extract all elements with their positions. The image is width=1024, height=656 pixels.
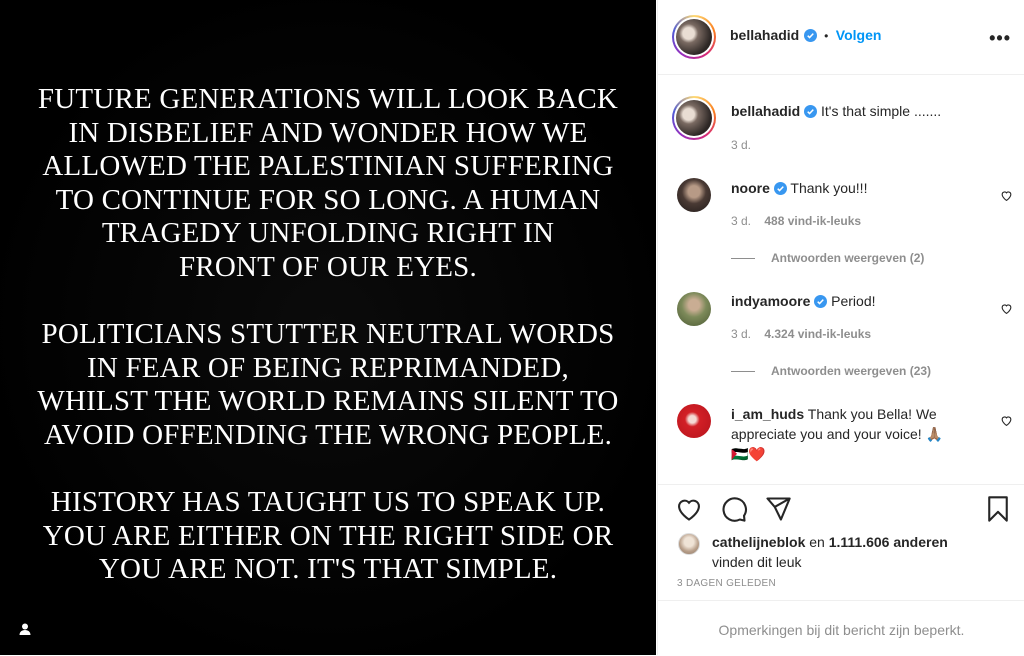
comment-avatar[interactable] bbox=[677, 404, 711, 438]
quote-line: FUTURE GENERATIONS WILL LOOK BACK bbox=[37, 83, 619, 115]
post-date[interactable]: 3 DAGEN GELEDEN bbox=[677, 578, 776, 589]
verified-badge-icon bbox=[773, 182, 787, 195]
view-replies-button[interactable]: Antwoorden weergeven (2) bbox=[731, 251, 924, 265]
likes-count[interactable]: 1.111.606 anderen bbox=[829, 534, 948, 550]
liker-avatar[interactable] bbox=[678, 533, 700, 555]
like-comment-heart-icon[interactable] bbox=[1000, 189, 1013, 202]
follow-button[interactable]: Volgen bbox=[836, 27, 882, 43]
verified-badge-icon bbox=[814, 295, 828, 308]
view-replies-button[interactable]: Antwoorden weergeven (23) bbox=[731, 364, 931, 378]
comment-text: appreciate you and your voice! 🙏🏽 bbox=[731, 426, 943, 442]
verified-badge-icon bbox=[803, 29, 817, 42]
liker-username[interactable]: cathelijneblok bbox=[712, 534, 805, 550]
header-separator: • bbox=[824, 29, 829, 43]
like-heart-icon[interactable] bbox=[675, 495, 703, 523]
comments-restricted-notice: Opmerkingen bij dit bericht zijn beperkt… bbox=[718, 622, 965, 638]
comment-avatar[interactable] bbox=[677, 292, 711, 326]
comment: noore Thank you!!! bbox=[731, 178, 867, 198]
comment-username[interactable]: noore bbox=[731, 180, 770, 196]
author-username[interactable]: bellahadid bbox=[730, 27, 799, 43]
comment-avatar[interactable] bbox=[677, 178, 711, 212]
caption-avatar[interactable] bbox=[672, 96, 716, 140]
quote-line: YOU ARE NOT. IT'S THAT SIMPLE. bbox=[98, 553, 558, 585]
comment-text: Thank you Bella! We bbox=[807, 406, 937, 422]
view-replies-label: Antwoorden weergeven (2) bbox=[771, 251, 925, 265]
quote-line: TO CONTINUE FOR SO LONG. A HUMAN bbox=[55, 184, 601, 216]
verified-badge-icon bbox=[804, 105, 818, 118]
caption-time[interactable]: 3 d. bbox=[731, 138, 751, 152]
caption-username[interactable]: bellahadid bbox=[731, 103, 800, 119]
quote-line: AVOID OFFENDING THE WRONG PEOPLE. bbox=[43, 419, 613, 451]
post-actions: cathelijneblok en 1.111.606 anderen vind… bbox=[658, 484, 1024, 601]
comment-username[interactable]: indyamoore bbox=[731, 293, 810, 309]
quote-line: IN DISBELIEF AND WONDER HOW WE bbox=[68, 117, 588, 149]
likes-summary: cathelijneblok en 1.111.606 anderen bbox=[712, 532, 948, 552]
quote-line: HISTORY HAS TAUGHT US TO SPEAK UP. bbox=[50, 486, 606, 518]
quote-line: ALLOWED THE PALESTINIAN SUFFERING bbox=[42, 150, 614, 182]
comment-text: Period! bbox=[831, 293, 876, 309]
comment: i_am_huds Thank you Bella! We appreciate… bbox=[731, 404, 991, 464]
author-avatar[interactable] bbox=[672, 15, 716, 59]
quote-line: YOU ARE EITHER ON THE RIGHT SIDE OR bbox=[42, 520, 614, 552]
post-image[interactable]: FUTURE GENERATIONS WILL LOOK BACK IN DIS… bbox=[0, 0, 656, 655]
comment-username[interactable]: i_am_huds bbox=[731, 406, 804, 422]
quote-line: WHILST THE WORLD REMAINS SILENT TO bbox=[37, 385, 619, 417]
comment-text: 🇵🇸❤️ bbox=[731, 446, 766, 462]
comment-likes[interactable]: 4.324 vind-ik-leuks bbox=[764, 327, 871, 341]
post-sidebar: bellahadid • Volgen ••• bellahadid It's … bbox=[657, 0, 1024, 655]
save-bookmark-icon[interactable] bbox=[984, 495, 1012, 523]
comment-footer: Opmerkingen bij dit bericht zijn beperkt… bbox=[658, 600, 1024, 656]
like-comment-heart-icon[interactable] bbox=[1000, 414, 1013, 427]
user-tag-icon[interactable] bbox=[14, 618, 36, 640]
post-header: bellahadid • Volgen ••• bbox=[658, 0, 1024, 75]
likes-suffix: vinden dit leuk bbox=[712, 554, 802, 570]
comment-text: Thank you!!! bbox=[790, 180, 868, 196]
share-paper-plane-icon[interactable] bbox=[764, 495, 792, 523]
quote-line: POLITICIANS STUTTER NEUTRAL WORDS bbox=[41, 318, 615, 350]
quote-line: IN FEAR OF BEING REPRIMANDED, bbox=[87, 352, 569, 384]
comment-icon[interactable] bbox=[720, 495, 748, 523]
like-comment-heart-icon[interactable] bbox=[1000, 302, 1013, 315]
likes-connector: en bbox=[809, 534, 825, 550]
more-options-icon[interactable]: ••• bbox=[989, 28, 1011, 49]
comment-time[interactable]: 3 d. bbox=[731, 327, 751, 341]
quote-line: FRONT OF OUR EYES. bbox=[179, 251, 477, 283]
comment: indyamoore Period! bbox=[731, 291, 876, 311]
comment-likes[interactable]: 488 vind-ik-leuks bbox=[764, 214, 861, 228]
quote-line: TRAGEDY UNFOLDING RIGHT IN bbox=[101, 217, 555, 249]
comment-time[interactable]: 3 d. bbox=[731, 214, 751, 228]
view-replies-label: Antwoorden weergeven (23) bbox=[771, 364, 932, 378]
caption-text: It's that simple ....... bbox=[821, 103, 942, 119]
